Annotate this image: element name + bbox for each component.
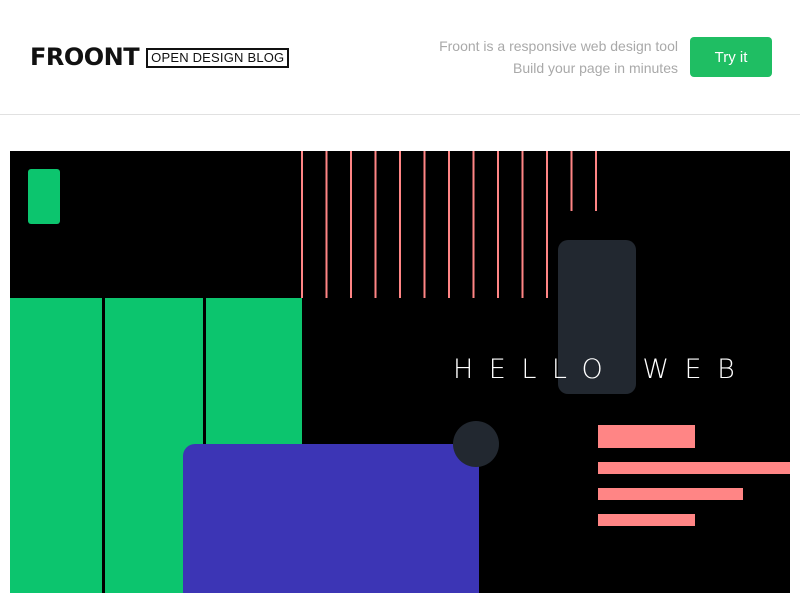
tagline-line-2: Build your page in minutes: [513, 60, 678, 76]
salmon-bar-2: [598, 462, 790, 474]
salmon-bar-1: [598, 425, 695, 448]
salmon-vertical-lines: [301, 151, 597, 298]
indigo-block: [183, 444, 479, 593]
green-small-block: [28, 169, 60, 224]
try-it-button[interactable]: Try it: [690, 37, 772, 77]
hero-headline: HELLO WEB: [453, 354, 751, 385]
froont-logo[interactable]: FROONT OPEN DESIGN BLOG: [30, 43, 290, 71]
logo-wordmark: FROONT: [30, 43, 140, 71]
slate-circle: [453, 421, 499, 467]
salmon-bar-3: [598, 488, 743, 500]
green-divider-1: [102, 298, 105, 593]
site-header: FROONT OPEN DESIGN BLOG Froont is a resp…: [0, 0, 800, 115]
tagline-line-1: Froont is a responsive web design tool: [439, 38, 678, 54]
tagline: Froont is a responsive web design tool B…: [439, 35, 678, 79]
logo-badge: OPEN DESIGN BLOG: [146, 48, 290, 68]
salmon-bar-4: [598, 514, 695, 526]
hero-illustration: HELLO WEB: [10, 151, 790, 593]
